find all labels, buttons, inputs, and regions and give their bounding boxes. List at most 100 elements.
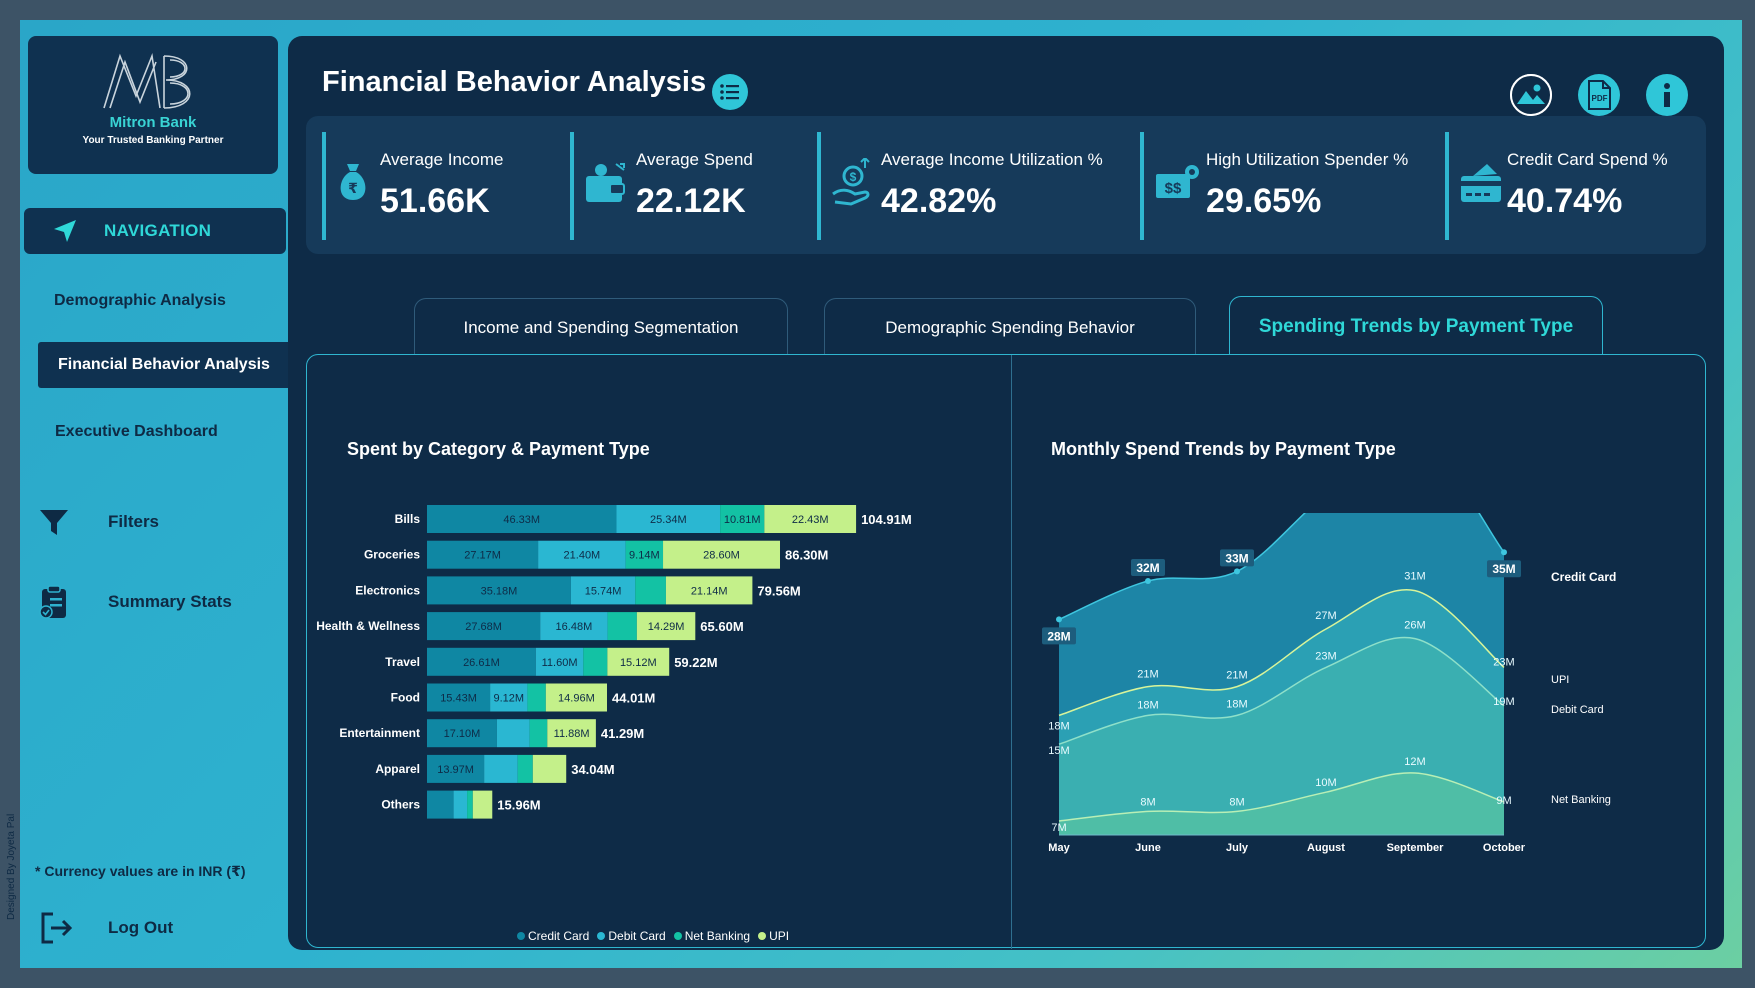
credit-card-point[interactable] xyxy=(1501,549,1507,556)
sidebar-item-demographic-analysis[interactable]: Demographic Analysis xyxy=(54,292,226,310)
credit-card-point[interactable] xyxy=(1145,578,1151,584)
bank-monogram-logo xyxy=(103,52,191,109)
legend-label: UPI xyxy=(769,929,790,943)
x-tick-label: June xyxy=(1135,842,1161,854)
bar-segment-debit-card[interactable] xyxy=(453,790,468,819)
bar-data-label: 10.81M xyxy=(724,514,761,526)
svg-text:$: $ xyxy=(850,170,857,184)
credit-card-point[interactable] xyxy=(1234,568,1240,575)
kpi-label: Average Income xyxy=(380,150,504,169)
legend-label: Debit Card xyxy=(608,929,666,943)
bar-segment-net-banking[interactable] xyxy=(529,719,548,748)
bar-segment-net-banking[interactable] xyxy=(635,576,666,605)
category-tick-label: Travel xyxy=(385,655,420,669)
logout-label: Log Out xyxy=(108,918,174,937)
bar-segment-upi[interactable] xyxy=(472,790,493,819)
bar-segment-net-banking[interactable] xyxy=(583,647,608,676)
category-payment-bar-chart: Bills 46.33M 25.34M 10.81M 22.43M 104.91M Groc… xyxy=(316,505,912,819)
credit-card-point[interactable] xyxy=(1056,616,1062,623)
x-tick-label: September xyxy=(1387,842,1445,854)
svg-text:35M: 35M xyxy=(1492,562,1515,576)
legend-dot xyxy=(517,932,525,940)
summary-stats-label: Summary Stats xyxy=(108,592,232,611)
category-tick-label: Bills xyxy=(395,512,421,526)
legend-item[interactable]: Debit Card xyxy=(597,929,666,943)
money-hand-icon: $ xyxy=(832,158,870,206)
kpi-high-utilization-spender: $$ High Utilization Spender % 29.65% xyxy=(1140,132,1410,240)
sidebar-item-financial-behavior-analysis[interactable]: Financial Behavior Analysis xyxy=(38,342,290,388)
kpi-average-spend: Average Spend 22.12K xyxy=(570,132,790,240)
series-name-label: UPI xyxy=(1551,674,1569,686)
wallet-icon xyxy=(586,163,625,202)
bar-segment-credit-card[interactable] xyxy=(427,790,454,819)
bar-total-label: 86.30M xyxy=(785,548,828,563)
kpi-average-income-utilization: $ Average Income Utilization % 42.82% xyxy=(817,132,1117,240)
brand-name: Mitron Bank xyxy=(109,114,197,131)
bar-data-label: 16.48M xyxy=(556,621,593,633)
series-data-label: 21M xyxy=(1137,669,1158,681)
series-data-label: 8M xyxy=(1229,796,1244,808)
kpi-credit-card-spend: Credit Card Spend % 40.74% xyxy=(1445,132,1695,240)
x-tick-label: August xyxy=(1307,842,1345,854)
tab-income-spending-segmentation[interactable]: Income and Spending Segmentation xyxy=(414,298,788,356)
bar-data-label: 9.14M xyxy=(629,550,660,562)
bar-total-label: 104.91M xyxy=(861,512,912,527)
export-pdf-button[interactable]: PDF xyxy=(1578,74,1620,116)
series-data-label: 31M xyxy=(1404,571,1425,583)
category-tick-label: Entertainment xyxy=(339,726,420,740)
bar-chart-title: Spent by Category & Payment Type xyxy=(347,439,650,459)
legend-label: Net Banking xyxy=(684,929,751,943)
panel-divider xyxy=(1011,355,1012,949)
category-tick-label: Food xyxy=(391,691,420,705)
sidebar-item-executive-dashboard[interactable]: Executive Dashboard xyxy=(55,423,218,441)
app-frame: Mitron Bank Your Trusted Banking Partner… xyxy=(6,20,1742,968)
bar-total-label: 44.01M xyxy=(612,691,655,706)
designer-credit: Designed By Joyeta Pal xyxy=(6,813,17,920)
bar-segment-net-banking[interactable] xyxy=(607,612,637,641)
export-image-button[interactable] xyxy=(1510,74,1552,116)
bar-data-label: 15.43M xyxy=(440,693,477,705)
tab-spending-trends-payment-type[interactable]: Spending Trends by Payment Type xyxy=(1229,296,1603,356)
credit-card-data-label: 35M xyxy=(1487,560,1521,578)
bar-segment-net-banking[interactable] xyxy=(527,683,546,712)
filters-button[interactable]: Filters xyxy=(38,506,159,538)
legend-item[interactable]: Net Banking xyxy=(673,929,751,943)
bar-data-label: 9.12M xyxy=(493,693,524,705)
menu-icon xyxy=(720,84,739,100)
bar-data-label: 22.43M xyxy=(792,514,829,526)
bar-segment-net-banking[interactable] xyxy=(467,790,473,819)
navigation-header[interactable]: NAVIGATION xyxy=(24,208,286,254)
summary-stats-button[interactable]: Summary Stats xyxy=(38,584,232,620)
bar-segment-debit-card[interactable] xyxy=(484,754,518,783)
sidebar-item-label: Financial Behavior Analysis xyxy=(58,356,270,373)
logout-button[interactable]: Log Out xyxy=(38,910,173,946)
svg-text:PDF: PDF xyxy=(1592,94,1608,103)
legend-item[interactable]: UPI xyxy=(758,929,789,943)
bar-data-label: 28.60M xyxy=(703,550,740,562)
series-data-label: 27M xyxy=(1315,610,1336,622)
info-button[interactable] xyxy=(1646,74,1688,116)
bar-data-label: 11.88M xyxy=(554,728,590,740)
legend-item[interactable]: Credit Card xyxy=(517,929,589,943)
series-data-label: 26M xyxy=(1404,620,1425,632)
series-name-label: Debit Card xyxy=(1551,704,1604,716)
legend-dot xyxy=(597,932,606,940)
bar-segment-debit-card[interactable] xyxy=(496,719,530,748)
bar-data-label: 13.97M xyxy=(437,764,474,776)
page-title: Financial Behavior Analysis xyxy=(322,66,707,98)
bar-segment-upi[interactable] xyxy=(532,754,567,783)
bar-segment-net-banking[interactable] xyxy=(517,754,533,783)
credit-card-data-label: 28M xyxy=(1042,627,1076,645)
category-tick-label: Health & Wellness xyxy=(316,619,420,633)
legend-label: Credit Card xyxy=(528,929,590,943)
pdf-icon: PDF xyxy=(1588,80,1611,110)
x-tick-label: October xyxy=(1483,842,1526,854)
kpi-strip: ₹ Average Income 51.66K Average Spend 22… xyxy=(306,116,1706,254)
menu-button[interactable] xyxy=(712,74,748,110)
category-tick-label: Groceries xyxy=(364,548,420,562)
kpi-value: 51.66K xyxy=(380,182,490,220)
bar-total-label: 41.29M xyxy=(601,726,644,741)
tab-demographic-spending-behavior[interactable]: Demographic Spending Behavior xyxy=(824,298,1196,356)
credit-card-data-label: 33M xyxy=(1220,549,1254,567)
kpi-label: Credit Card Spend % xyxy=(1507,150,1668,169)
